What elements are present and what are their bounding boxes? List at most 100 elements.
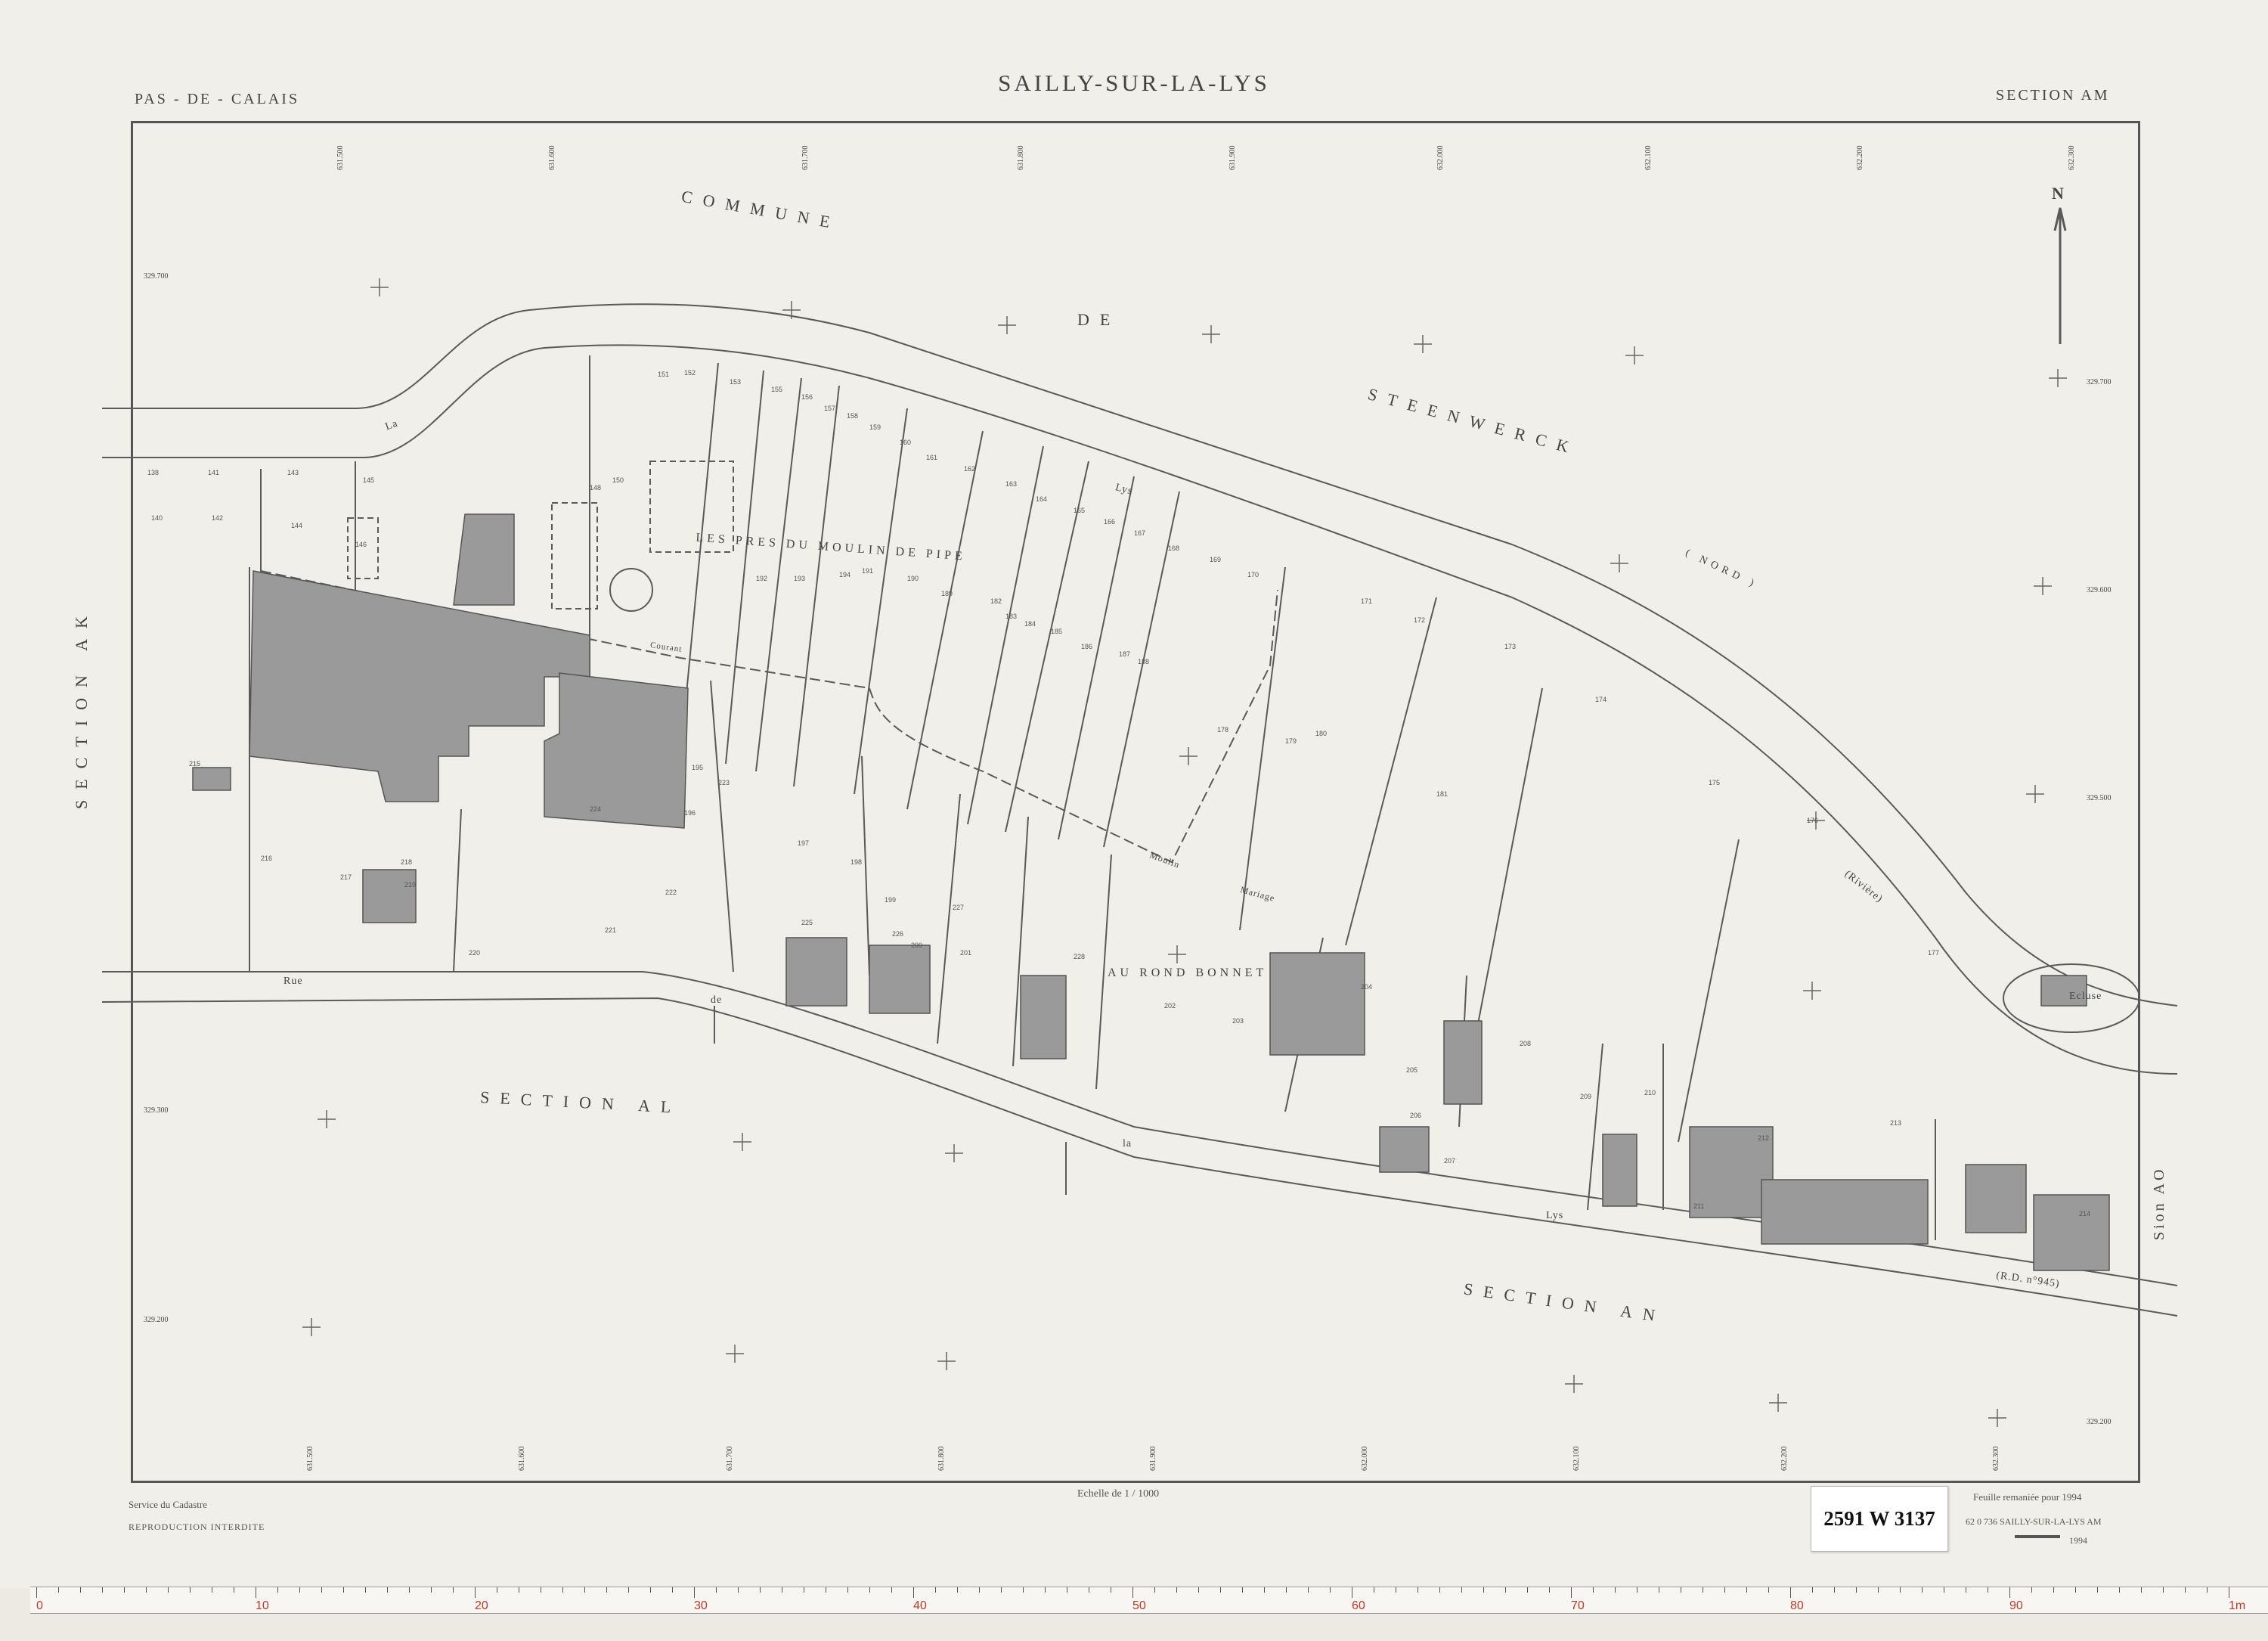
parcel-number: 176 — [1807, 817, 1819, 824]
ruler-tick — [1023, 1587, 1024, 1593]
ruler-tick — [979, 1587, 980, 1593]
parcel-number: 183 — [1005, 613, 1018, 620]
grid-label-top: 631.600 — [548, 145, 556, 171]
parcel-number: 212 — [1758, 1134, 1770, 1142]
ruler-tick — [36, 1587, 37, 1598]
parcel-number: 172 — [1414, 616, 1426, 624]
label-rue: Rue — [284, 976, 303, 987]
parcel-number: 223 — [718, 779, 730, 786]
ruler-tick — [1549, 1587, 1550, 1593]
parcel-number: 207 — [1444, 1157, 1456, 1165]
ruler-tick — [1132, 1587, 1133, 1598]
parcel-number: 195 — [692, 764, 704, 771]
ruler-mark: 70 — [1571, 1599, 1585, 1612]
parcel-number: 162 — [964, 465, 976, 473]
parcel-number: 175 — [1709, 779, 1721, 786]
parcel-number: 148 — [590, 484, 602, 492]
parcel-number: 170 — [1247, 571, 1259, 579]
grid-label-top: 631.800 — [1017, 145, 1025, 171]
parcel-number: 142 — [212, 514, 224, 522]
grid-label-left: 329.700 — [144, 272, 169, 281]
parcel-number: 206 — [1410, 1112, 1422, 1119]
ruler-tick — [1154, 1587, 1155, 1593]
ruler-tick — [738, 1587, 739, 1593]
parcel-number: 181 — [1436, 790, 1448, 798]
ruler-tick — [1176, 1587, 1177, 1593]
parcel-number: 204 — [1361, 983, 1373, 991]
parcel-number: 157 — [824, 405, 836, 412]
parcel-number: 168 — [1168, 544, 1180, 552]
ruler-mark: 90 — [2009, 1599, 2023, 1612]
north-arrow — [2053, 207, 2067, 344]
parcel-number: 210 — [1644, 1089, 1656, 1097]
ruler-tick — [1812, 1587, 1813, 1593]
parcel-number: 151 — [658, 371, 670, 378]
parcel-number: 198 — [850, 858, 863, 866]
grid-label-right: 329.700 — [2087, 378, 2112, 386]
parcel-number: 160 — [900, 439, 912, 446]
parcel-number: 193 — [794, 575, 806, 582]
parcel-number: 192 — [756, 575, 768, 582]
parcel-number: 211 — [1693, 1202, 1705, 1210]
parcel-number: 225 — [801, 919, 813, 926]
parcel-number: 196 — [684, 809, 696, 817]
grid-crosses — [302, 278, 2067, 1427]
ruler-mark: 0 — [36, 1599, 43, 1612]
parcel-number: 161 — [926, 454, 938, 461]
parcel-number: 152 — [684, 369, 696, 377]
ruler-tick — [1922, 1587, 1923, 1593]
parcel-number: 224 — [590, 805, 602, 813]
ruler-tick — [1308, 1587, 1309, 1593]
label-section-ak: SECTION AK — [72, 606, 91, 809]
parcel-number: 216 — [261, 855, 273, 862]
ruler-tick — [650, 1587, 651, 1593]
ruler-tick — [1856, 1587, 1857, 1593]
ruler-tick — [365, 1587, 366, 1593]
ruler-tick — [1439, 1587, 1440, 1593]
ruler-tick — [80, 1587, 81, 1593]
label-la-road: la — [1123, 1138, 1132, 1149]
parcel-number: 141 — [208, 469, 220, 476]
ruler-mark: 40 — [913, 1599, 927, 1612]
ruler-tick — [321, 1587, 322, 1593]
grid-label-top: 631.700 — [801, 145, 810, 171]
ruler-tick — [431, 1587, 432, 1593]
parcel-number: 173 — [1504, 643, 1517, 650]
parcel-number: 158 — [847, 412, 859, 420]
parcel-number: 177 — [1928, 949, 1940, 957]
road-south-edge — [101, 997, 2178, 1317]
label-de-road: de — [711, 994, 723, 1006]
parcel-number: 167 — [1134, 529, 1146, 537]
ruler-tick — [672, 1587, 673, 1593]
grid-label-top: 632.100 — [1644, 145, 1653, 171]
parcel-number: 180 — [1315, 730, 1328, 737]
ruler-tick — [475, 1587, 476, 1598]
footer-commune-code: 62 0 736 SAILLY-SUR-LA-LYS AM — [1966, 1516, 2102, 1527]
ruler-tick — [1461, 1587, 1462, 1593]
ruler-tick — [1724, 1587, 1725, 1593]
parcel-number: 218 — [401, 858, 413, 866]
ruler-tick — [2207, 1587, 2208, 1593]
parcel-number: 188 — [1138, 658, 1150, 665]
parcel-number: 201 — [960, 949, 972, 957]
parcel-number: 182 — [990, 597, 1002, 605]
parcel-number: 179 — [1285, 737, 1297, 745]
ruler-tick — [957, 1587, 958, 1593]
ruler-tick — [1286, 1587, 1287, 1593]
parcel-number: 143 — [287, 469, 299, 476]
ruler-tick — [102, 1587, 103, 1593]
ruler-tick — [58, 1587, 59, 1593]
parcel-number: 153 — [730, 378, 742, 386]
parcel-number: 166 — [1104, 518, 1116, 526]
grid-label-top: 631.900 — [1228, 145, 1237, 171]
ruler-tick — [1571, 1587, 1572, 1598]
ruler-tick — [2141, 1587, 2142, 1593]
ruler-tick — [409, 1587, 410, 1593]
label-section-ao: Sion AO — [2151, 1166, 2167, 1240]
parcel-number: 186 — [1081, 643, 1093, 650]
footer-year: 1994 — [2069, 1535, 2087, 1546]
ruler-tick — [277, 1587, 278, 1593]
ruler-tick — [913, 1587, 914, 1598]
parcel-number: 215 — [189, 760, 201, 768]
parcel-number: 185 — [1051, 628, 1063, 635]
